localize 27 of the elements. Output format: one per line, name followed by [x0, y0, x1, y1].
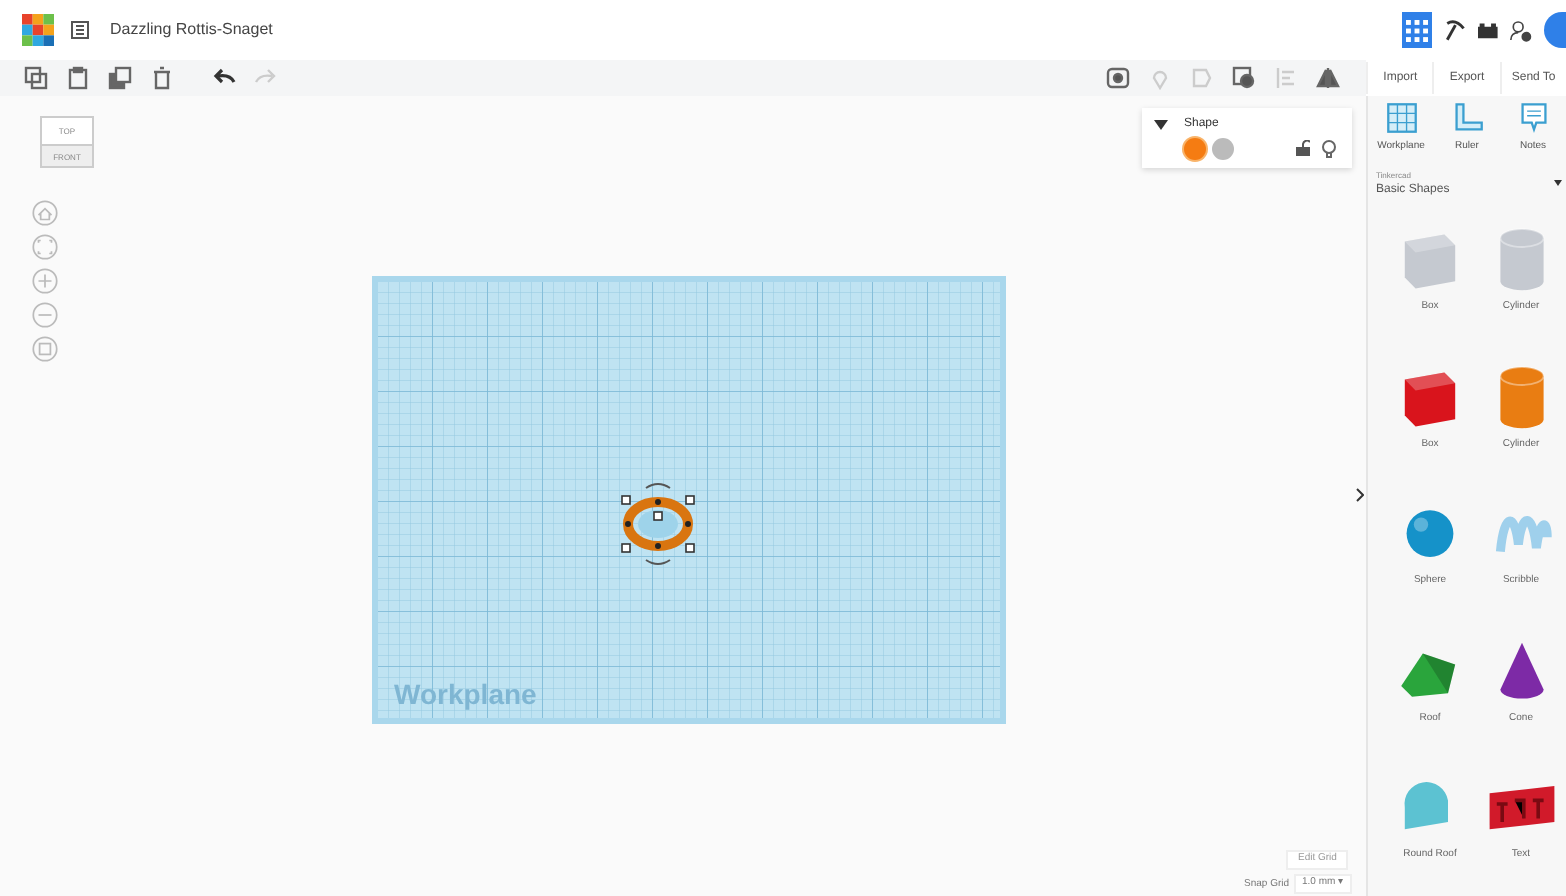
workplane-icon: [1385, 102, 1417, 134]
hole-swatch[interactable]: [1212, 138, 1234, 160]
duplicate-icon[interactable]: [108, 66, 132, 90]
collapse-caret-icon[interactable]: [1154, 120, 1168, 130]
solid-color-swatch[interactable]: [1184, 138, 1206, 160]
paste-icon[interactable]: [66, 66, 90, 90]
user-add-icon[interactable]: [1509, 17, 1532, 43]
mirror-icon[interactable]: [1316, 66, 1340, 90]
selected-torus[interactable]: [618, 480, 698, 568]
light-bulb-icon[interactable]: [1322, 140, 1336, 158]
logo-icon[interactable]: [22, 14, 54, 46]
design-title[interactable]: Dazzling Rottis-Snaget: [110, 18, 273, 42]
ruler-icon: [1451, 102, 1483, 134]
notes-icon: [1517, 102, 1549, 134]
panel-collapse-chevron-icon[interactable]: [1356, 488, 1364, 502]
bricks-icon[interactable]: [1478, 20, 1498, 40]
avatar[interactable]: [1543, 12, 1566, 48]
copy-icon[interactable]: [24, 66, 48, 90]
workplane-label: Workplane: [394, 676, 537, 714]
unlock-icon[interactable]: [1296, 140, 1310, 156]
dropdown-caret-icon: [1554, 180, 1562, 186]
3d-design-view-button[interactable]: [1402, 12, 1432, 48]
eye-icon[interactable]: [1106, 66, 1130, 90]
group-icon[interactable]: [1232, 66, 1256, 90]
delete-icon[interactable]: [150, 66, 174, 90]
pickaxe-icon[interactable]: [1443, 16, 1467, 44]
design-list-icon[interactable]: [70, 20, 90, 40]
